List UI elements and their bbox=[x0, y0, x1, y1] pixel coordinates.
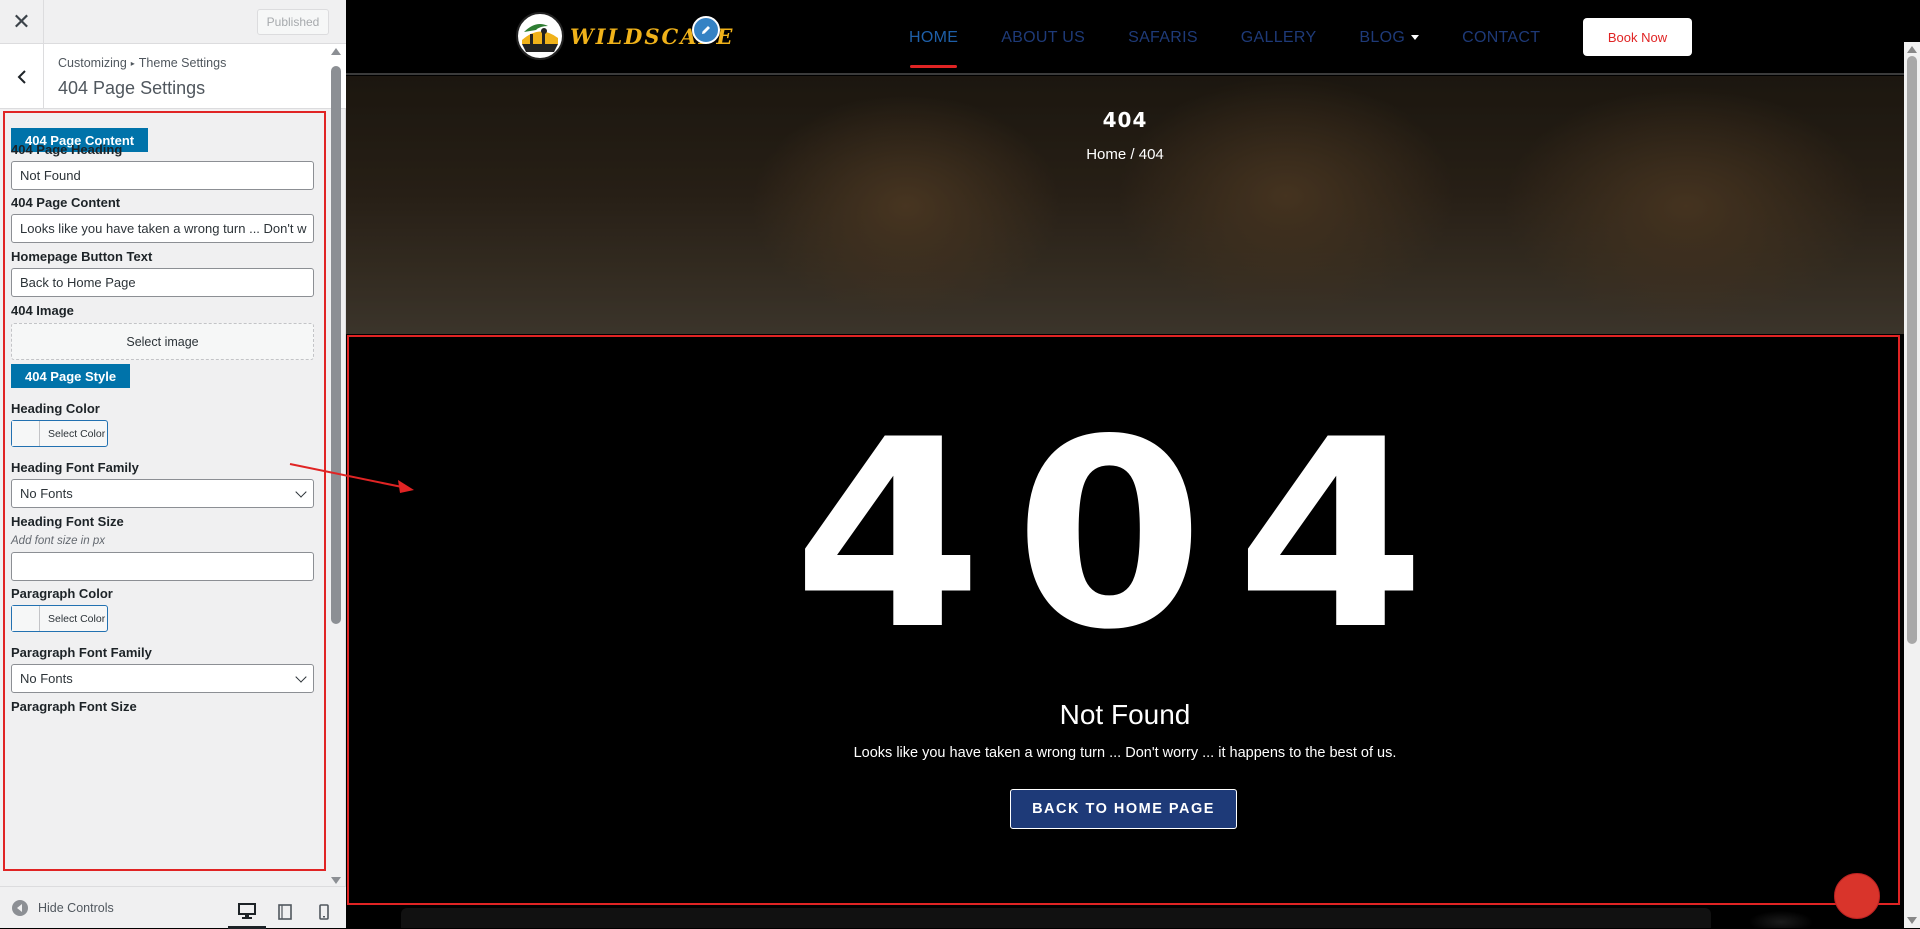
close-icon: ✕ bbox=[12, 9, 31, 34]
heading-input[interactable]: Not Found bbox=[11, 161, 314, 190]
heading-font-family-select[interactable]: No Fonts bbox=[11, 479, 314, 508]
main-nav: HOME ABOUT US SAFARIS GALLERY BLOG CONTA… bbox=[909, 0, 1583, 75]
site-header: WILDSCAPE HOME ABOUT US SAFARIS GALLERY … bbox=[346, 0, 1904, 75]
site-preview: WILDSCAPE HOME ABOUT US SAFARIS GALLERY … bbox=[346, 0, 1920, 928]
caret-down-icon bbox=[1411, 35, 1420, 40]
section-404-style[interactable]: 404 Page Style bbox=[11, 364, 131, 388]
paragraph-color-picker[interactable]: Select Color bbox=[11, 605, 108, 632]
panel-title: 404 Page Settings bbox=[58, 78, 206, 98]
mobile-preview-button[interactable] bbox=[305, 895, 343, 929]
heading-font-family-label: Heading Font Family bbox=[11, 460, 139, 475]
heading-label-text: 404 Page Heading bbox=[11, 142, 123, 157]
breadcrumb-separator-icon: ▸ bbox=[130, 59, 135, 69]
paragraph-font-family-select[interactable]: No Fonts bbox=[11, 664, 314, 693]
sidebar-scrollbar[interactable] bbox=[329, 46, 343, 886]
collapse-icon bbox=[12, 900, 28, 916]
tablet-preview-button[interactable] bbox=[266, 895, 304, 929]
back-button[interactable] bbox=[0, 44, 44, 109]
paragraph-font-family-label: Paragraph Font Family bbox=[11, 645, 152, 660]
edit-shortcut-button[interactable] bbox=[692, 16, 720, 44]
heading-font-family-value: No Fonts bbox=[20, 486, 73, 501]
color-swatch bbox=[12, 421, 40, 446]
tablet-icon bbox=[278, 904, 292, 920]
close-customizer-button[interactable]: ✕ bbox=[0, 0, 44, 44]
paragraph-font-size-label: Paragraph Font Size bbox=[11, 699, 137, 714]
scroll-up-icon[interactable] bbox=[331, 48, 341, 55]
chevron-down-icon bbox=[295, 670, 307, 683]
scrollbar-thumb[interactable] bbox=[331, 66, 341, 624]
chevron-left-icon bbox=[17, 69, 26, 84]
color-swatch bbox=[12, 606, 40, 631]
logo-badge-icon bbox=[516, 12, 564, 60]
heading-color-picker[interactable]: Select Color bbox=[11, 420, 108, 447]
hide-controls-button[interactable]: Hide Controls bbox=[12, 900, 114, 916]
heading-font-size-input[interactable] bbox=[11, 552, 314, 581]
back-to-home-button[interactable]: BACK TO HOME PAGE bbox=[1010, 789, 1237, 829]
preview-scrollbar[interactable] bbox=[1904, 42, 1920, 928]
desktop-preview-button[interactable] bbox=[228, 895, 266, 929]
select-image-button[interactable]: Select image bbox=[11, 323, 314, 360]
pencil-icon bbox=[702, 26, 710, 34]
book-now-button[interactable]: Book Now bbox=[1583, 18, 1692, 56]
content-input[interactable]: Looks like you have taken a wrong turn .… bbox=[11, 214, 314, 243]
tree-silhouette bbox=[1741, 908, 1821, 928]
content-label: 404 Page Content bbox=[11, 195, 121, 210]
nav-blog[interactable]: BLOG bbox=[1359, 28, 1420, 47]
not-found-content: Looks like you have taken a wrong turn .… bbox=[853, 745, 1397, 761]
nav-safaris[interactable]: SAFARIS bbox=[1128, 29, 1198, 47]
hero-breadcrumb[interactable]: Home / 404 bbox=[346, 146, 1904, 163]
breadcrumb-root: Customizing bbox=[58, 56, 127, 70]
breadcrumb-parent: Theme Settings bbox=[138, 56, 227, 70]
heading-color-label: Heading Color bbox=[11, 401, 100, 416]
scroll-down-icon[interactable] bbox=[331, 877, 341, 884]
hero-title: 404 bbox=[1102, 108, 1148, 132]
paragraph-font-family-value: No Fonts bbox=[20, 671, 73, 686]
select-color-label: Select Color bbox=[48, 427, 106, 440]
nav-contact[interactable]: CONTACT bbox=[1462, 29, 1540, 47]
button-text-input[interactable]: Back to Home Page bbox=[11, 268, 314, 297]
nav-home[interactable]: HOME bbox=[909, 29, 958, 68]
paragraph-color-label: Paragraph Color bbox=[11, 586, 113, 601]
not-found-section: 404 Not Found Looks like you have taken … bbox=[346, 334, 1904, 928]
big-404-text: 404 bbox=[792, 385, 1458, 687]
nav-about-us[interactable]: ABOUT US bbox=[1001, 29, 1085, 47]
heading-font-size-label: Heading Font Size bbox=[11, 514, 124, 529]
select-color-label: Select Color bbox=[48, 612, 106, 625]
chevron-down-icon bbox=[295, 485, 307, 498]
scroll-to-top-button[interactable] bbox=[1834, 873, 1880, 919]
published-button[interactable]: Published bbox=[257, 9, 329, 35]
page-hero: 404 Home / 404 bbox=[346, 76, 1904, 334]
heading-font-size-description: Add font size in px bbox=[11, 535, 105, 547]
panel-header: Customizing ▸ Theme Settings 404 Page Sett… bbox=[0, 44, 346, 109]
scroll-up-icon[interactable] bbox=[1907, 46, 1917, 53]
breadcrumb: Customizing ▸ Theme Settings bbox=[58, 56, 226, 70]
nav-blog-label: BLOG bbox=[1359, 28, 1406, 46]
footer-card bbox=[401, 908, 1711, 928]
customizer-sidebar: ✕ Published Customizing ▸ Theme Settings 4… bbox=[0, 0, 346, 929]
nav-gallery[interactable]: GALLERY bbox=[1241, 29, 1317, 47]
desktop-icon bbox=[238, 902, 256, 919]
scrollbar-thumb[interactable] bbox=[1907, 56, 1917, 644]
controls-list: 404 Page Content 404 Page Heading Not Fo… bbox=[0, 109, 330, 886]
scroll-down-icon[interactable] bbox=[1907, 917, 1917, 924]
customizer-footer: Hide Controls bbox=[0, 886, 346, 929]
customizer-topbar: ✕ Published bbox=[0, 0, 346, 44]
not-found-heading: Not Found bbox=[1059, 699, 1191, 730]
mobile-icon bbox=[319, 904, 329, 920]
button-text-label: Homepage Button Text bbox=[11, 249, 153, 264]
hide-controls-label: Hide Controls bbox=[38, 901, 114, 915]
image-label: 404 Image bbox=[11, 303, 74, 318]
